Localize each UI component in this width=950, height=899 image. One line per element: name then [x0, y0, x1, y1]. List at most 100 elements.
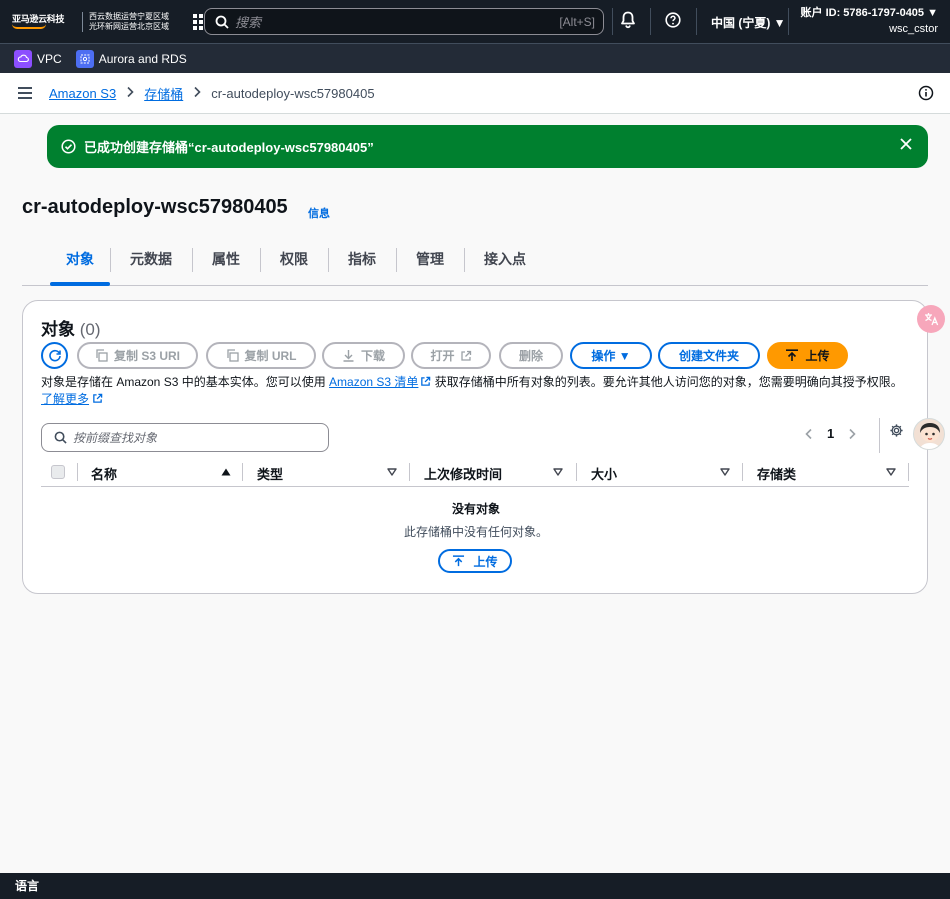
translate-widget-icon[interactable] — [917, 305, 945, 333]
shortcut-label: VPC — [37, 51, 62, 66]
create-folder-label: 创建文件夹 — [678, 349, 739, 363]
column-last-modified[interactable]: 上次修改时间 — [424, 464, 502, 483]
tab-access-points[interactable]: 接入点 — [464, 244, 546, 275]
column-name[interactable]: 名称 — [91, 464, 117, 483]
refresh-icon — [48, 349, 61, 361]
column-divider — [409, 463, 410, 481]
global-search-input[interactable]: 搜索 [Alt+S] — [204, 8, 604, 35]
breadcrumb-current: cr-autodeploy-wsc57980405 — [211, 85, 375, 101]
sort-icon[interactable] — [886, 468, 896, 476]
success-flash-banner: 已成功创建存储桶“cr-autodeploy-wsc57980405” — [47, 125, 928, 168]
delete-label: 删除 — [518, 349, 543, 363]
column-divider — [242, 463, 243, 481]
top-navigation-bar: 亚马逊云科技 西云数据运营宁夏区域 光环新网运营北京区域 搜索 [Alt+S] … — [0, 0, 950, 43]
empty-state: 没有对象 此存储桶中没有任何对象。 — [23, 500, 929, 540]
divider — [788, 8, 789, 35]
tab-management[interactable]: 管理 — [396, 244, 464, 275]
divider — [650, 8, 651, 35]
tab-metrics[interactable]: 指标 — [328, 244, 396, 275]
breadcrumb-buckets[interactable]: 存储桶 — [144, 84, 183, 103]
empty-upload-button[interactable]: 上传 — [438, 549, 512, 573]
description-text: 对象是存储在 Amazon S3 中的基本实体。您可以使用 — [41, 375, 330, 389]
prefix-filter-input[interactable]: 按前缀查找对象 — [41, 423, 329, 452]
chevron-left-icon[interactable] — [805, 428, 813, 440]
refresh-button[interactable] — [41, 342, 68, 369]
sort-ascending-icon[interactable] — [221, 468, 231, 476]
logo-text: 亚马逊云科技 — [12, 14, 65, 24]
account-menu[interactable]: 账户 ID: 5786-1797-0405 ▼ wsc_cstor — [801, 4, 938, 35]
empty-title: 没有对象 — [451, 502, 500, 516]
download-button[interactable]: 下载 — [322, 342, 405, 369]
close-icon[interactable] — [899, 137, 913, 154]
empty-upload-label: 上传 — [473, 554, 498, 569]
success-check-icon — [61, 139, 76, 154]
chevron-right-icon[interactable] — [848, 428, 856, 440]
copy-s3-uri-button[interactable]: 复制 S3 URI — [77, 342, 198, 369]
column-size[interactable]: 大小 — [591, 464, 617, 483]
objects-description: 对象是存储在 Amazon S3 中的基本实体。您可以使用 Amazon S3 … — [41, 374, 911, 408]
tab-permissions[interactable]: 权限 — [260, 244, 328, 275]
divider — [612, 8, 613, 35]
column-type[interactable]: 类型 — [257, 464, 283, 483]
open-button[interactable]: 打开 — [411, 342, 491, 369]
column-divider — [742, 463, 743, 481]
vpc-icon — [14, 49, 32, 68]
column-divider — [77, 463, 78, 481]
language-selector[interactable]: 语言 — [15, 879, 39, 893]
search-shortcut-hint: [Alt+S] — [559, 14, 595, 29]
tab-properties[interactable]: 属性 — [192, 244, 260, 275]
info-panel-icon[interactable] — [918, 85, 934, 104]
external-link-icon — [421, 376, 431, 386]
select-all-checkbox[interactable] — [51, 465, 65, 479]
aws-logo[interactable]: 亚马逊云科技 — [12, 14, 74, 29]
flash-message: 已成功创建存储桶“cr-autodeploy-wsc57980405” — [84, 140, 374, 155]
learn-more-link[interactable]: 了解更多 — [41, 392, 89, 406]
favorites-bar: VPC Aurora and RDS — [0, 43, 950, 73]
actions-dropdown[interactable]: 操作 ▼ — [570, 342, 652, 369]
upload-icon — [786, 349, 799, 361]
account-id: 账户 ID: 5786-1797-0405 ▼ — [800, 7, 938, 19]
sort-icon[interactable] — [720, 468, 730, 476]
breadcrumb-amazon-s3[interactable]: Amazon S3 — [49, 86, 116, 101]
actions-label: 操作 ▼ — [591, 349, 631, 363]
region-selector[interactable]: 中国 (宁夏) ▼ — [711, 14, 786, 31]
column-storage-class[interactable]: 存储类 — [757, 464, 796, 483]
column-divider — [908, 463, 909, 481]
notifications-bell-icon[interactable] — [620, 11, 636, 32]
info-link[interactable]: 信息 — [308, 205, 330, 221]
create-folder-button[interactable]: 创建文件夹 — [658, 342, 760, 369]
sort-icon[interactable] — [387, 468, 397, 476]
objects-count: (0) — [79, 320, 101, 339]
column-divider — [576, 463, 577, 481]
rds-icon — [75, 49, 94, 68]
divider — [879, 418, 880, 453]
shortcut-rds[interactable]: Aurora and RDS — [75, 49, 187, 68]
search-icon — [54, 431, 67, 444]
page-title: cr-autodeploy-wsc57980405 — [22, 196, 288, 218]
objects-container: 对象 (0) 复制 S3 URI 复制 URL 下载 打开 删除 操作 ▼ 创建… — [22, 300, 928, 594]
page-number[interactable]: 1 — [827, 426, 834, 441]
assistant-avatar[interactable] — [913, 418, 945, 450]
external-link-icon — [460, 350, 471, 361]
tab-objects[interactable]: 对象 — [22, 244, 110, 286]
open-label: 打开 — [430, 349, 455, 363]
gear-icon[interactable] — [889, 423, 904, 441]
sort-icon[interactable] — [553, 468, 563, 476]
tab-metadata[interactable]: 元数据 — [110, 244, 192, 275]
account-username: wsc_cstor — [889, 23, 938, 35]
region-line-1: 西云数据运营宁夏区域 — [89, 11, 169, 21]
breadcrumb-bar: Amazon S3 存储桶 cr-autodeploy-wsc57980405 — [0, 73, 950, 114]
s3-inventory-link[interactable]: Amazon S3 清单 — [329, 375, 418, 389]
copy-url-label: 复制 URL — [244, 349, 297, 363]
upload-button[interactable]: 上传 — [767, 342, 848, 369]
copy-url-button[interactable]: 复制 URL — [206, 342, 316, 369]
objects-table-header: 名称 类型 上次修改时间 大小 存储类 — [41, 459, 909, 487]
download-icon — [343, 350, 354, 362]
upload-label: 上传 — [805, 349, 830, 363]
shortcut-vpc[interactable]: VPC — [14, 49, 62, 68]
help-icon[interactable] — [665, 12, 681, 31]
description-text: 获取存储桶中所有对象的列表。要允许其他人访问您的对象，您需要明确向其授予权限。 — [431, 375, 903, 389]
delete-button[interactable]: 删除 — [499, 342, 563, 369]
download-label: 下载 — [360, 349, 385, 363]
menu-hamburger-icon[interactable] — [18, 84, 32, 102]
